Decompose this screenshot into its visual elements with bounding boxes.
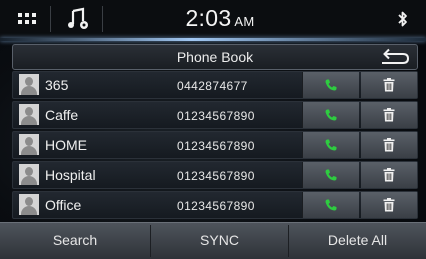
trash-icon <box>383 198 395 212</box>
phone-call-icon <box>325 169 337 181</box>
trash-icon <box>383 78 395 92</box>
contact-number: 0442874677 <box>177 79 248 93</box>
contact-row[interactable]: Office 01234567890 <box>12 191 418 219</box>
phone-call-icon <box>325 109 337 121</box>
contact-row[interactable]: 365 0442874677 <box>12 71 418 99</box>
clock: 2:03 AM <box>160 5 280 32</box>
call-button[interactable] <box>302 102 359 128</box>
phone-call-icon <box>325 199 337 211</box>
menu-grid-icon[interactable] <box>18 13 36 25</box>
bluetooth-icon <box>398 11 407 27</box>
contact-avatar-icon <box>19 164 39 185</box>
search-button[interactable]: Search <box>0 223 150 259</box>
call-button[interactable] <box>302 192 359 218</box>
trash-icon <box>383 108 395 122</box>
status-bar: 2:03 AM <box>0 0 426 38</box>
contact-row[interactable]: HOME 01234567890 <box>12 131 418 159</box>
delete-button[interactable] <box>361 192 417 218</box>
contact-name: Hospital <box>45 167 96 183</box>
contact-number: 01234567890 <box>177 169 255 183</box>
bottom-action-bar: Search SYNC Delete All <box>0 222 426 259</box>
status-divider <box>50 6 51 32</box>
page-title: Phone Book <box>176 49 254 65</box>
contact-number: 01234567890 <box>177 199 255 213</box>
call-button[interactable] <box>302 162 359 188</box>
delete-button[interactable] <box>361 162 417 188</box>
trash-icon <box>383 138 395 152</box>
clock-time: 2:03 <box>185 5 232 31</box>
contact-avatar-icon <box>19 74 39 95</box>
header-glow-divider <box>0 38 426 41</box>
music-settings-icon[interactable] <box>66 6 92 32</box>
title-bar: Phone Book <box>12 44 418 70</box>
clock-ampm: AM <box>234 14 255 29</box>
contact-number: 01234567890 <box>177 139 255 153</box>
contact-avatar-icon <box>19 134 39 155</box>
phone-call-icon <box>325 139 337 151</box>
delete-button[interactable] <box>361 102 417 128</box>
contact-avatar-icon <box>19 194 39 215</box>
delete-button[interactable] <box>361 72 417 98</box>
contact-avatar-icon <box>19 104 39 125</box>
contact-number: 01234567890 <box>177 109 255 123</box>
contact-row[interactable]: Caffe 01234567890 <box>12 101 418 129</box>
phone-call-icon <box>325 79 337 91</box>
contact-row[interactable]: Hospital 01234567890 <box>12 161 418 189</box>
status-divider <box>102 6 103 32</box>
contact-name: Caffe <box>45 107 79 123</box>
contact-name: HOME <box>45 137 87 153</box>
contact-name: Office <box>45 197 82 213</box>
call-button[interactable] <box>302 72 359 98</box>
delete-all-button[interactable]: Delete All <box>289 223 426 259</box>
sync-button[interactable]: SYNC <box>151 223 288 259</box>
delete-button[interactable] <box>361 132 417 158</box>
trash-icon <box>383 168 395 182</box>
contact-name: 365 <box>45 77 69 93</box>
back-arrow-icon[interactable] <box>373 46 415 68</box>
phone-book-screen: 2:03 AM Phone Book 365 0442874677 Caffe 0… <box>0 0 426 259</box>
call-button[interactable] <box>302 132 359 158</box>
